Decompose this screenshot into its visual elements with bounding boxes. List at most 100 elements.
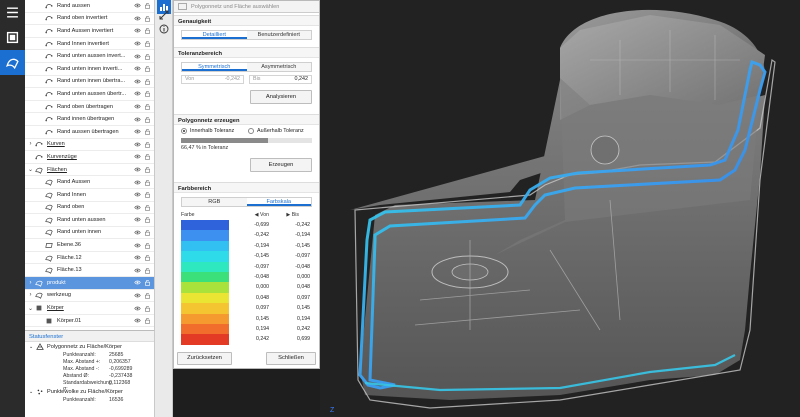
lock-icon[interactable] xyxy=(144,291,151,299)
tree-item[interactable]: Rand Innen invertiert xyxy=(25,38,154,51)
lock-icon[interactable] xyxy=(144,279,151,287)
color-swatch[interactable] xyxy=(181,292,229,304)
tree-item[interactable]: Fläche.12 xyxy=(25,252,154,265)
lock-icon[interactable] xyxy=(144,203,151,211)
color-range-row[interactable]: 0,242 0,699 xyxy=(181,334,312,345)
expand-caret-icon[interactable]: › xyxy=(27,280,34,286)
tree-item[interactable]: Kurvenzüge xyxy=(25,151,154,164)
lock-icon[interactable] xyxy=(144,266,151,274)
info-button[interactable] xyxy=(157,22,171,36)
tab-rgb[interactable]: RGB xyxy=(182,198,247,206)
eye-icon[interactable] xyxy=(133,40,141,48)
status-group-pointcloud[interactable]: ⌄ Punktewolke zu Fläche/Körper xyxy=(25,387,154,397)
tree-item[interactable]: › produkt xyxy=(25,277,154,290)
tolerance-from-field[interactable]: Von -0,242 xyxy=(181,75,244,84)
tree-item[interactable]: Rand aussen übertragen xyxy=(25,126,154,139)
color-range-row[interactable]: -0,048 0,000 xyxy=(181,272,312,283)
lock-icon[interactable] xyxy=(144,254,151,262)
lock-icon[interactable] xyxy=(144,52,151,60)
tab-benutzerdefiniert[interactable]: Benutzerdefiniert xyxy=(246,31,311,39)
eye-icon[interactable] xyxy=(133,153,141,161)
color-swatch[interactable] xyxy=(181,334,229,345)
tree-item[interactable]: Fläche.13 xyxy=(25,264,154,278)
eye-icon[interactable] xyxy=(133,203,141,211)
expand-caret-icon[interactable]: › xyxy=(27,292,34,298)
tree-item[interactable]: Rand unten innen übertra... xyxy=(25,76,154,89)
tree-item[interactable]: Rand unten innen inverti... xyxy=(25,63,154,76)
color-swatch[interactable] xyxy=(181,313,229,324)
tab-detailliert[interactable]: Detailliert xyxy=(182,31,247,39)
expand-caret-icon[interactable]: ⌄ xyxy=(27,305,34,312)
color-swatch[interactable] xyxy=(181,272,229,283)
eye-icon[interactable] xyxy=(133,266,141,274)
color-swatch[interactable] xyxy=(181,303,229,314)
lock-icon[interactable] xyxy=(144,77,151,85)
lock-icon[interactable] xyxy=(144,178,151,186)
status-group-mesh[interactable]: ⌄ Polygonnetz zu Fläche/Körper xyxy=(25,342,154,352)
lock-icon[interactable] xyxy=(144,14,151,22)
tab-farbskala[interactable]: Farbskala xyxy=(246,198,311,206)
lock-icon[interactable] xyxy=(144,115,151,123)
color-range-row[interactable]: -0,699 -0,242 xyxy=(181,220,312,231)
color-range-row[interactable]: 0,000 0,048 xyxy=(181,282,312,293)
lock-icon[interactable] xyxy=(144,228,151,236)
color-range-row[interactable]: 0,194 0,242 xyxy=(181,324,312,335)
tree-item[interactable]: Rand Aussen xyxy=(25,176,154,189)
eye-icon[interactable] xyxy=(133,304,141,312)
eye-icon[interactable] xyxy=(133,14,141,22)
expand-caret-icon[interactable]: ⌄ xyxy=(27,166,34,173)
eye-icon[interactable] xyxy=(133,2,141,10)
analyze-button[interactable]: Analysieren xyxy=(250,90,312,104)
eye-icon[interactable] xyxy=(133,228,141,236)
tree-item[interactable]: Rand unten aussen übertr... xyxy=(25,88,154,101)
tree-item[interactable]: Rand unten aussen invert... xyxy=(25,50,154,63)
tree-item[interactable]: Ebene.36 xyxy=(25,239,154,252)
lock-icon[interactable] xyxy=(144,304,151,312)
close-button[interactable]: Schließen xyxy=(266,352,316,365)
expand-caret-icon[interactable]: › xyxy=(27,141,34,147)
lock-icon[interactable] xyxy=(144,216,151,224)
tab-symmetrisch[interactable]: Symmetrisch xyxy=(182,63,247,71)
eye-icon[interactable] xyxy=(133,115,141,123)
color-range-row[interactable]: 0,048 0,097 xyxy=(181,292,312,304)
color-range-row[interactable]: 0,145 0,194 xyxy=(181,313,312,324)
lock-icon[interactable] xyxy=(144,166,151,174)
color-range-row[interactable]: -0,145 -0,097 xyxy=(181,251,312,262)
lock-icon[interactable] xyxy=(144,103,151,111)
lock-icon[interactable] xyxy=(144,40,151,48)
eye-icon[interactable] xyxy=(133,291,141,299)
color-swatch[interactable] xyxy=(181,230,229,241)
dialog-selection-bar[interactable]: Polygonnetz und Fläche auswählen xyxy=(174,1,319,13)
lock-icon[interactable] xyxy=(144,90,151,98)
eye-icon[interactable] xyxy=(133,27,141,35)
window-button[interactable] xyxy=(0,25,25,50)
color-range-row[interactable]: -0,194 -0,145 xyxy=(181,240,312,252)
tree-item[interactable]: Rand innen übertragen xyxy=(25,113,154,126)
color-swatch[interactable] xyxy=(181,282,229,293)
tree-item[interactable]: Rand oben übertragen xyxy=(25,101,154,114)
eye-icon[interactable] xyxy=(133,65,141,73)
radio-inside-tolerance[interactable]: Innerhalb Toleranz xyxy=(181,128,234,134)
tree-item[interactable]: Rand Aussen invertiert xyxy=(25,25,154,38)
color-swatch[interactable] xyxy=(181,251,229,262)
tree-item[interactable]: › werkzeug xyxy=(25,290,154,303)
eye-icon[interactable] xyxy=(133,254,141,262)
eye-icon[interactable] xyxy=(133,317,141,325)
tolerance-to-field[interactable]: Bis 0,242 xyxy=(249,75,312,84)
color-swatch[interactable] xyxy=(181,261,229,272)
lock-icon[interactable] xyxy=(144,153,151,161)
expand-tool-button[interactable] xyxy=(157,8,171,22)
tree-item[interactable]: ⌄ Körper xyxy=(25,302,154,315)
eye-icon[interactable] xyxy=(133,241,141,249)
menu-button[interactable] xyxy=(0,0,25,25)
tree-item[interactable]: ⌄ Flächen xyxy=(25,164,154,177)
lock-icon[interactable] xyxy=(144,65,151,73)
color-swatch[interactable] xyxy=(181,220,229,231)
lock-icon[interactable] xyxy=(144,27,151,35)
radio-outside-tolerance[interactable]: Außerhalb Toleranz xyxy=(248,128,304,134)
tree-item[interactable]: Rand unten aussen xyxy=(25,214,154,227)
eye-icon[interactable] xyxy=(133,178,141,186)
eye-icon[interactable] xyxy=(133,166,141,174)
color-swatch[interactable] xyxy=(181,324,229,335)
3d-viewport[interactable]: Z xyxy=(320,0,800,417)
